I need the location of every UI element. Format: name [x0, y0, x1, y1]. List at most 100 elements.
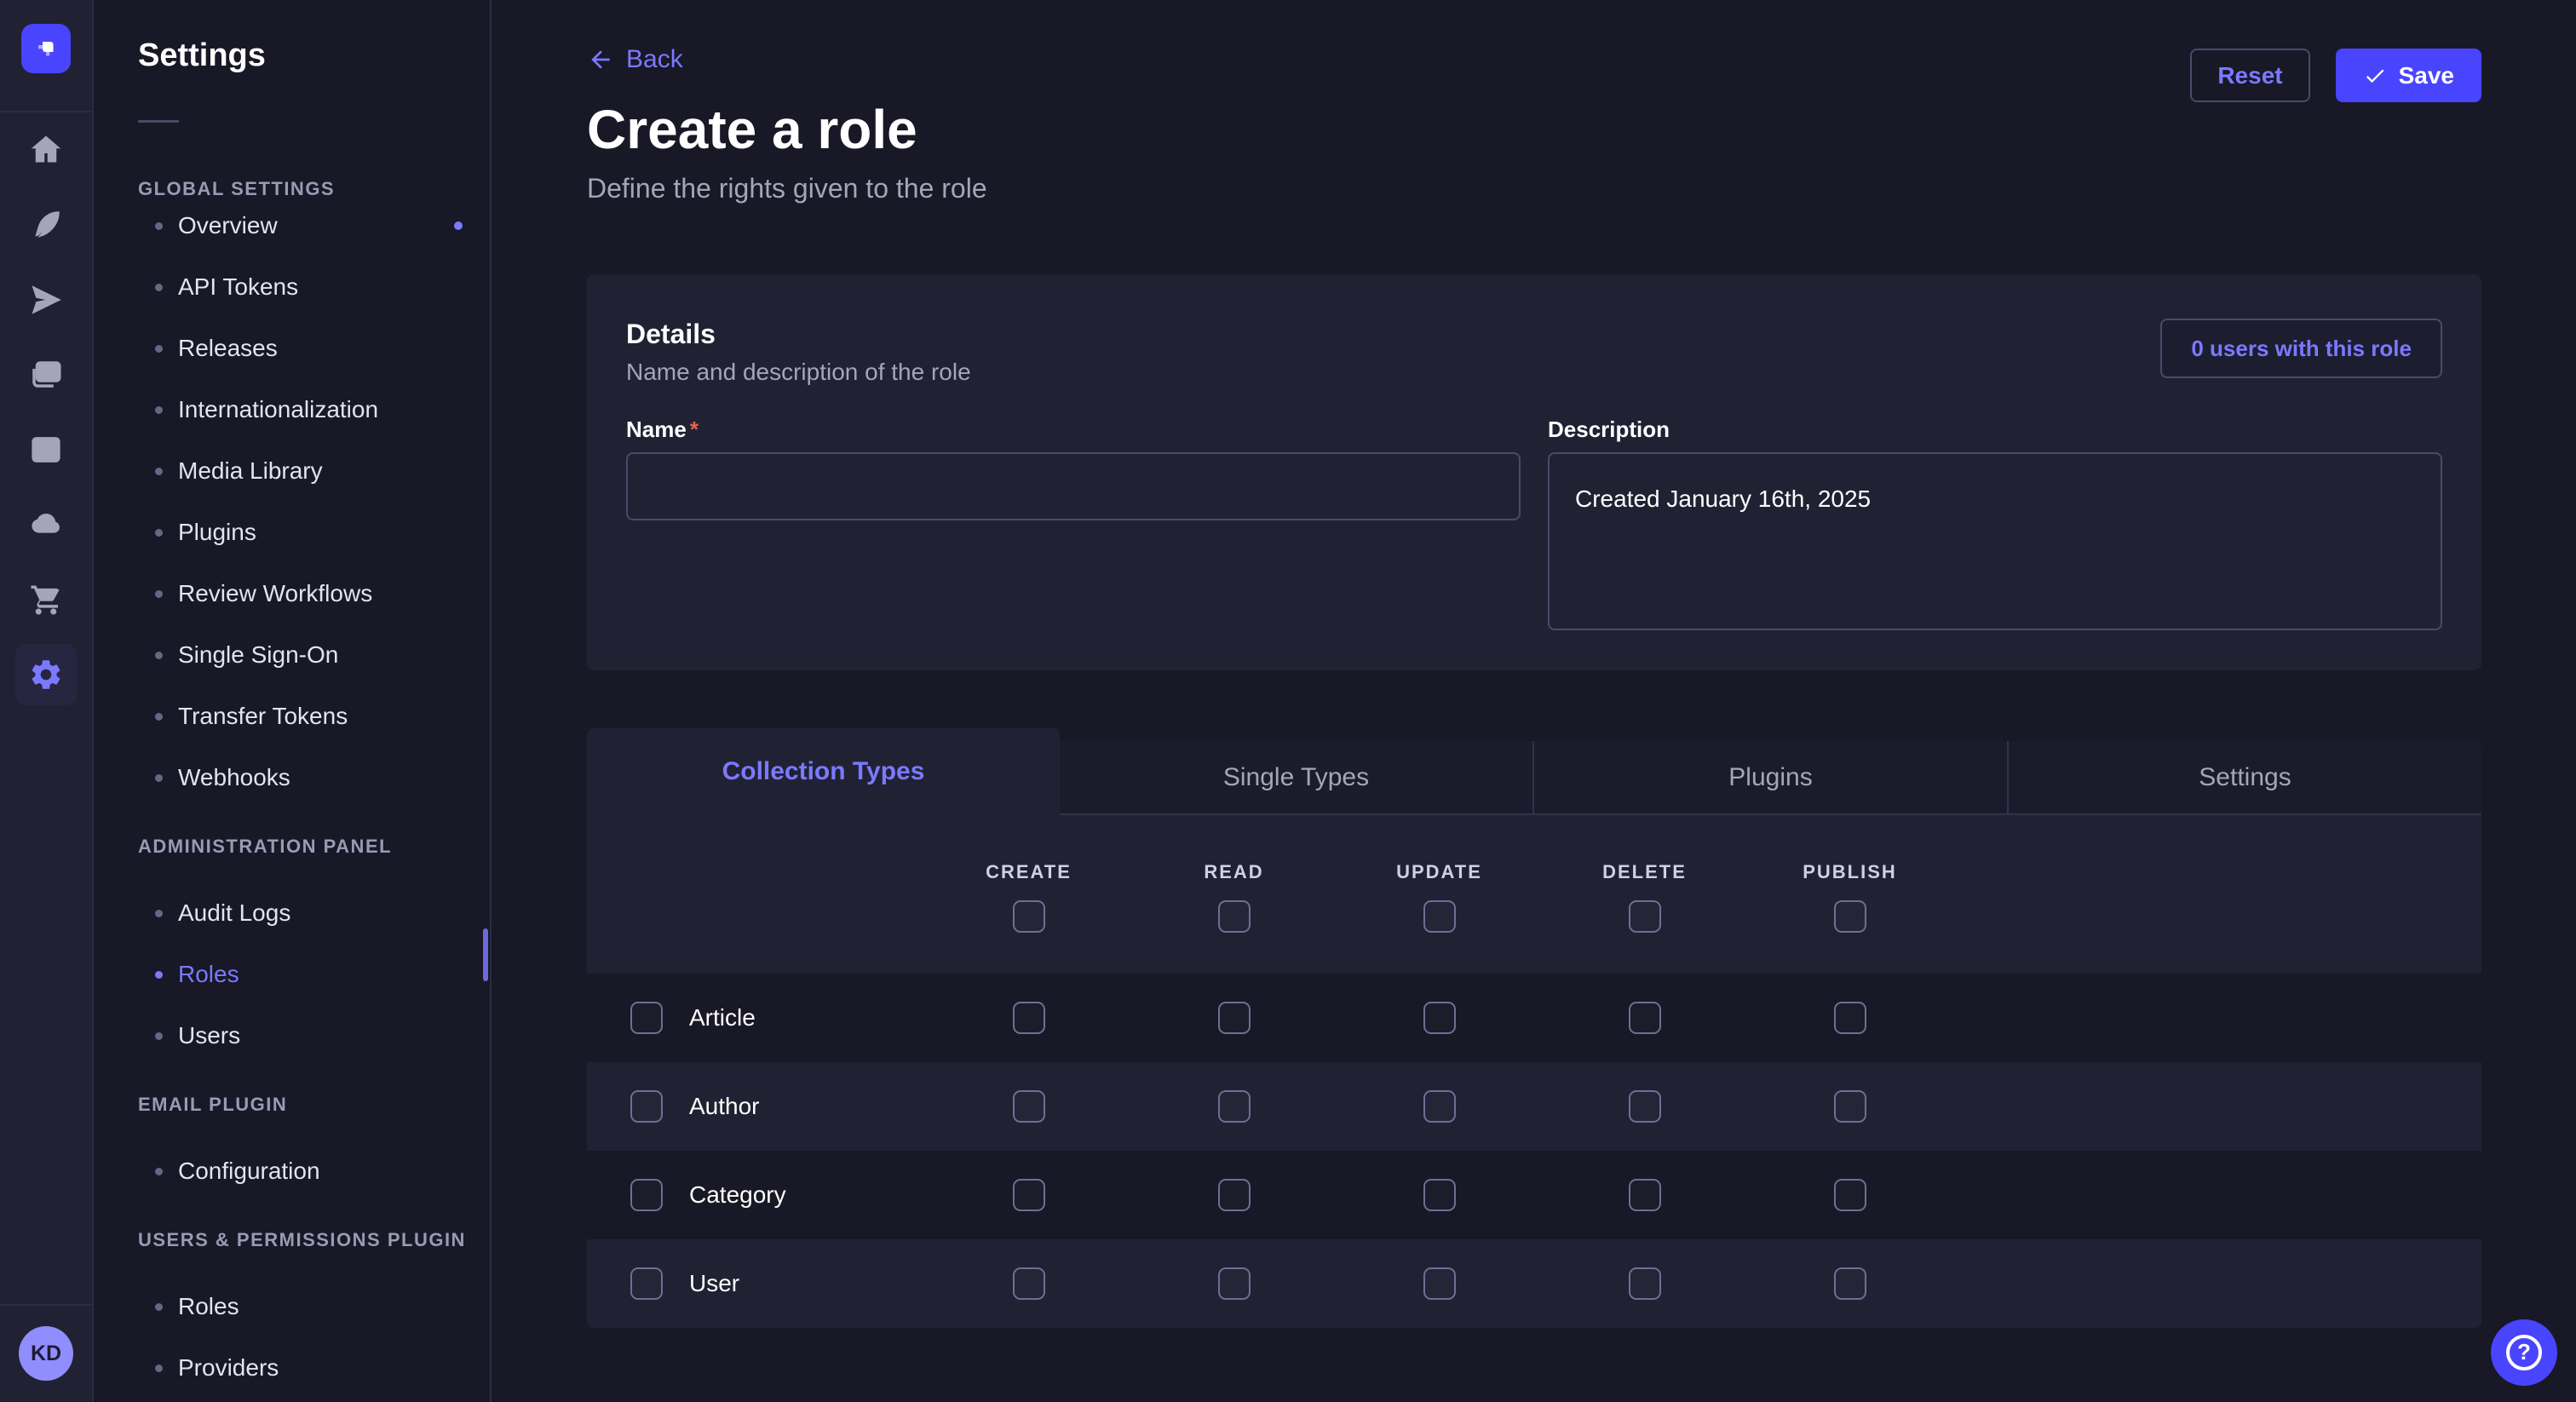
- home-icon[interactable]: [0, 112, 92, 187]
- avatar[interactable]: KD: [19, 1326, 73, 1381]
- back-link[interactable]: Back: [587, 45, 683, 74]
- subnav-item-label: Audit Logs: [178, 899, 290, 927]
- shopping-cart-icon[interactable]: [0, 562, 92, 637]
- permissions-tab[interactable]: Single Types: [1060, 741, 1532, 815]
- name-input[interactable]: [626, 452, 1521, 520]
- bullet-icon: [155, 774, 163, 782]
- cloud-icon[interactable]: [0, 487, 92, 562]
- permissions-tab[interactable]: Settings: [2007, 741, 2481, 815]
- permission-checkbox[interactable]: [1423, 1267, 1456, 1300]
- subnav-item[interactable]: Configuration: [138, 1141, 490, 1202]
- permission-checkbox[interactable]: [1834, 1267, 1866, 1300]
- permission-checkbox[interactable]: [1013, 1267, 1045, 1300]
- paper-plane-icon[interactable]: [0, 262, 92, 337]
- subnav-item[interactable]: Releases: [138, 318, 490, 379]
- column-label: CREATE: [986, 861, 1072, 883]
- permission-checkbox[interactable]: [1629, 1002, 1661, 1034]
- save-button[interactable]: Save: [2336, 49, 2481, 102]
- users-with-role-button[interactable]: 0 users with this role: [2160, 319, 2442, 378]
- page-title: Create a role: [587, 98, 2481, 161]
- details-subtitle: Name and description of the role: [626, 359, 971, 386]
- feather-pen-icon[interactable]: [0, 187, 92, 262]
- select-all-checkbox[interactable]: [1423, 900, 1456, 933]
- strapi-logo[interactable]: [21, 24, 71, 73]
- create-role-page: Back Create a role Reset Save Define the…: [493, 0, 2576, 1402]
- permissions-panel: Collection Types Single Types Plugins Se…: [587, 728, 2481, 1328]
- permission-checkbox[interactable]: [1218, 1179, 1251, 1211]
- permission-checkbox[interactable]: [1834, 1090, 1866, 1123]
- permission-checkbox[interactable]: [1423, 1090, 1456, 1123]
- strapi-logo-icon: [32, 35, 60, 62]
- permission-checkbox[interactable]: [1834, 1179, 1866, 1211]
- subnav-section: USERS & PERMISSIONS PLUGIN Roles Provide…: [138, 1229, 490, 1399]
- subnav-item[interactable]: Transfer Tokens: [138, 686, 490, 747]
- permission-checkbox[interactable]: [1629, 1267, 1661, 1300]
- subnav-item[interactable]: Audit Logs: [138, 882, 490, 944]
- bullet-icon: [155, 652, 163, 659]
- row-checkbox[interactable]: [630, 1002, 663, 1034]
- strapi-admin-app: KD Settings GLOBAL SETTINGS Overview API…: [0, 0, 2576, 1402]
- select-all-checkbox[interactable]: [1013, 900, 1045, 933]
- permission-checkbox[interactable]: [1834, 1002, 1866, 1034]
- row-checkbox[interactable]: [630, 1090, 663, 1123]
- select-all-checkbox[interactable]: [1834, 900, 1866, 933]
- row-checkbox[interactable]: [630, 1179, 663, 1211]
- subnav-item[interactable]: Plugins: [138, 502, 490, 563]
- row-name-cell: Author: [587, 1090, 926, 1123]
- permission-checkbox[interactable]: [1423, 1179, 1456, 1211]
- permissions-tab[interactable]: Plugins: [1532, 741, 2007, 815]
- subnav-item[interactable]: Webhooks: [138, 747, 490, 808]
- permission-checkbox[interactable]: [1013, 1090, 1045, 1123]
- divider: [138, 120, 179, 123]
- scrollbar-thumb[interactable]: [483, 928, 488, 981]
- subnav-item[interactable]: Single Sign-On: [138, 624, 490, 686]
- subnav-section-label: ADMINISTRATION PANEL: [138, 836, 490, 858]
- subnav-item[interactable]: Review Workflows: [138, 563, 490, 624]
- name-field: Name*: [626, 417, 1521, 635]
- select-all-checkbox[interactable]: [1218, 900, 1251, 933]
- bullet-icon: [155, 910, 163, 917]
- layout-panel-icon[interactable]: [0, 412, 92, 487]
- subnav-item[interactable]: API Tokens: [138, 256, 490, 318]
- permission-checkbox[interactable]: [1218, 1002, 1251, 1034]
- row-checkbox[interactable]: [630, 1267, 663, 1300]
- subnav-section-list: Configuration: [138, 1141, 490, 1202]
- pictures-icon[interactable]: [0, 337, 92, 412]
- permission-checkbox[interactable]: [1629, 1179, 1661, 1211]
- subnav-section-label: EMAIL PLUGIN: [138, 1094, 490, 1116]
- column-label: READ: [1204, 861, 1263, 883]
- subnav-item-label: Plugins: [178, 519, 256, 546]
- permissions-table: CREATE READ UPDATE DELETE PUBLISH Articl…: [587, 815, 2481, 1328]
- subnav-item-label: Roles: [178, 961, 239, 988]
- rail-bottom: KD: [0, 1304, 92, 1402]
- permission-cell: [1131, 1179, 1337, 1211]
- subnav-item-label: Roles: [178, 1293, 239, 1320]
- subnav-item[interactable]: Providers: [138, 1337, 490, 1399]
- table-row: User: [587, 1239, 2481, 1328]
- permission-checkbox[interactable]: [1013, 1179, 1045, 1211]
- permission-checkbox[interactable]: [1423, 1002, 1456, 1034]
- reset-button[interactable]: Reset: [2190, 49, 2309, 102]
- subnav-item[interactable]: Users: [138, 1005, 490, 1066]
- row-label: Category: [689, 1181, 786, 1209]
- permission-checkbox[interactable]: [1218, 1090, 1251, 1123]
- subnav-item-label: Providers: [178, 1354, 279, 1382]
- subnav-item[interactable]: Media Library: [138, 440, 490, 502]
- notification-dot: [454, 221, 463, 230]
- bullet-icon: [155, 590, 163, 598]
- permission-checkbox[interactable]: [1013, 1002, 1045, 1034]
- permission-checkbox[interactable]: [1218, 1267, 1251, 1300]
- subnav-item[interactable]: Internationalization: [138, 379, 490, 440]
- subnav-item-label: Users: [178, 1022, 240, 1049]
- select-all-checkbox[interactable]: [1629, 900, 1661, 933]
- subnav-item[interactable]: Overview: [138, 195, 490, 256]
- permissions-tab[interactable]: Collection Types: [587, 728, 1060, 815]
- help-button[interactable]: ?: [2491, 1319, 2557, 1386]
- permission-cell: [1337, 1090, 1542, 1123]
- bullet-icon: [155, 1303, 163, 1311]
- subnav-item[interactable]: Roles: [138, 944, 490, 1005]
- subnav-item[interactable]: Roles: [138, 1276, 490, 1337]
- description-textarea[interactable]: Created January 16th, 2025: [1548, 452, 2442, 630]
- permission-checkbox[interactable]: [1629, 1090, 1661, 1123]
- gear-icon[interactable]: [0, 637, 92, 712]
